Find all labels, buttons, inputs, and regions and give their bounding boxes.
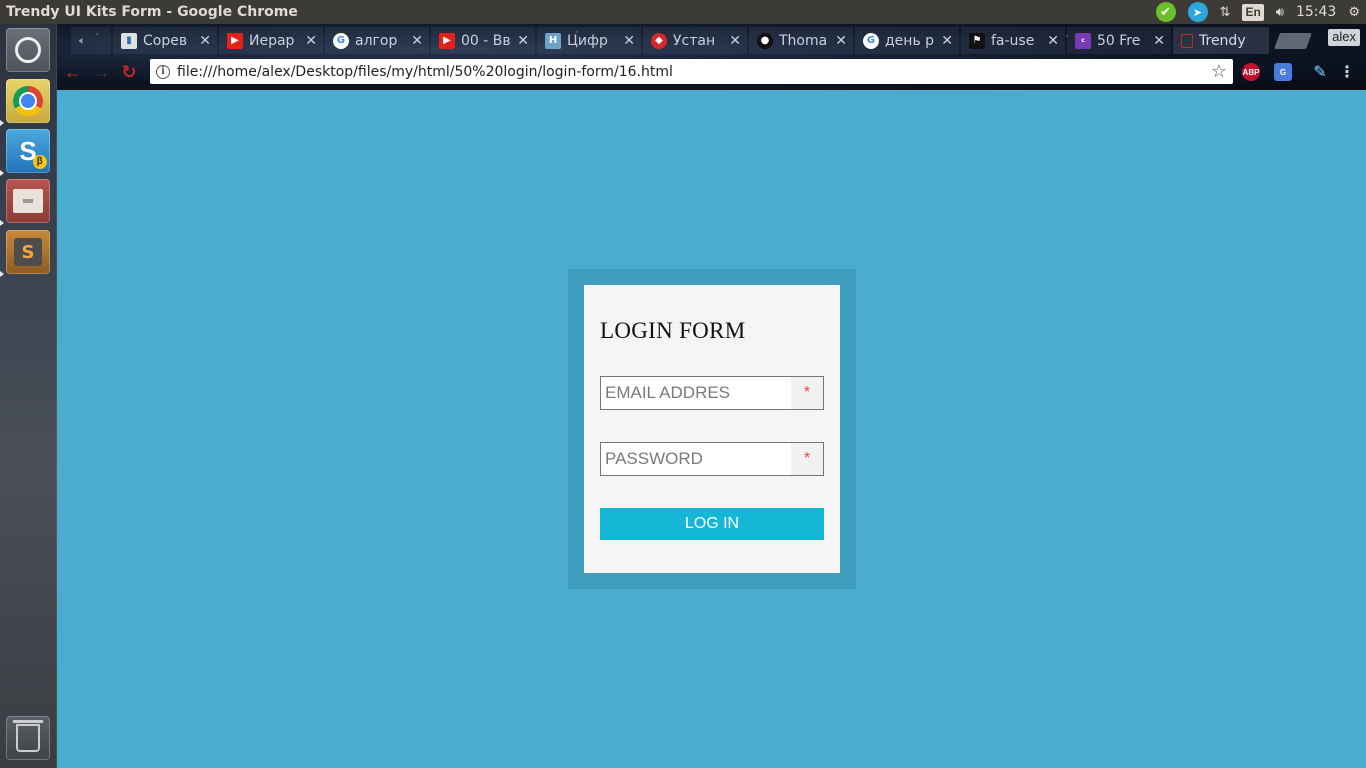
launcher-trash[interactable] xyxy=(6,716,50,760)
launcher-files[interactable] xyxy=(6,179,50,223)
running-indicator xyxy=(0,170,4,176)
close-icon[interactable]: ✕ xyxy=(1153,33,1165,49)
login-frame: LOGIN FORM * * LOG IN xyxy=(568,269,856,589)
tab-2[interactable]: ▶ Иерар ✕ xyxy=(219,27,323,54)
tab-11-active[interactable]: Trendy xyxy=(1173,27,1269,54)
check-icon[interactable]: ✔ xyxy=(1155,2,1176,22)
tab-6[interactable]: ◆ Устан ✕ xyxy=(643,27,747,54)
close-icon[interactable]: ✕ xyxy=(729,33,741,49)
gear-icon[interactable]: ⚙ xyxy=(1348,2,1360,22)
flag-icon: ⚑ xyxy=(969,32,985,49)
adblock-icon[interactable]: ABP xyxy=(1242,63,1260,81)
habr-icon: H xyxy=(545,32,561,49)
tab-1[interactable]: ▮ Сорев ✕ xyxy=(113,27,217,54)
reload-button[interactable]: ↻ xyxy=(117,60,141,84)
chrome-icon xyxy=(13,86,43,116)
google-icon: G xyxy=(333,32,349,49)
required-marker: * xyxy=(791,377,823,409)
launcher-skype[interactable]: Sβ xyxy=(6,129,50,173)
menu-icon[interactable]: ⋮ xyxy=(1339,63,1355,81)
ubuntu-icon xyxy=(15,37,41,63)
tab-4[interactable]: ▶ 00 - Вв ✕ xyxy=(431,27,535,54)
running-indicator xyxy=(0,120,4,126)
info-icon[interactable]: i xyxy=(156,64,170,79)
chart-favicon-icon: ▮ xyxy=(121,32,137,49)
running-indicator xyxy=(0,271,4,277)
tab-3[interactable]: G алгор ✕ xyxy=(325,27,429,54)
dash-button[interactable] xyxy=(6,28,50,72)
profile-button[interactable]: alex xyxy=(1328,29,1360,46)
tab-7[interactable]: ● Thoma ✕ xyxy=(749,27,853,54)
top-panel: Trendy UI Kits Form - Google Chrome ✔ ➤ … xyxy=(0,0,1366,24)
tab-8[interactable]: G день р ✕ xyxy=(855,27,959,54)
login-button[interactable]: LOG IN xyxy=(600,508,824,540)
email-input[interactable] xyxy=(601,377,791,409)
login-card: LOGIN FORM * * LOG IN xyxy=(584,285,840,573)
close-icon[interactable]: ✕ xyxy=(199,33,211,49)
form-title: LOGIN FORM xyxy=(600,318,746,343)
sublime-text-icon: S xyxy=(14,238,42,266)
close-icon[interactable]: ✕ xyxy=(835,33,847,49)
back-button[interactable]: ← xyxy=(61,60,85,84)
clock[interactable]: 15:43 xyxy=(1296,2,1336,22)
trash-icon xyxy=(13,720,43,752)
toolbar: ← → ↻ i file:///home/alex/Desktop/files/… xyxy=(57,56,1366,88)
system-indicators: ✔ ➤ ⇅ En 🔊︎ 15:43 ⚙ xyxy=(1155,0,1360,24)
launcher: Sβ S xyxy=(0,24,57,768)
github-icon: ● xyxy=(757,32,773,49)
network-icon[interactable]: ⇅ xyxy=(1220,2,1231,22)
window-title: Trendy UI Kits Form - Google Chrome xyxy=(6,4,298,20)
tab-audio[interactable]: 🔈︎ xyxy=(71,27,111,54)
close-icon[interactable]: ✕ xyxy=(941,33,953,49)
tab-5[interactable]: H Цифр ✕ xyxy=(537,27,641,54)
launcher-sublime-text[interactable]: S xyxy=(6,230,50,274)
page-icon xyxy=(1181,33,1193,48)
password-input[interactable] xyxy=(601,443,791,475)
eyedropper-icon[interactable]: ✎ xyxy=(1311,63,1329,81)
required-marker: * xyxy=(791,443,823,475)
tab-10[interactable]: c 50 Fre ✕ xyxy=(1067,27,1171,54)
url-text[interactable]: file:///home/alex/Desktop/files/my/html/… xyxy=(177,64,673,80)
file-cabinet-icon xyxy=(13,189,43,213)
email-field[interactable]: * xyxy=(600,376,824,410)
youtube-icon: ▶ xyxy=(227,32,243,49)
address-bar[interactable]: i file:///home/alex/Desktop/files/my/htm… xyxy=(150,59,1233,84)
telegram-icon[interactable]: ➤ xyxy=(1187,2,1208,22)
forward-button[interactable]: → xyxy=(89,60,113,84)
close-icon[interactable]: ✕ xyxy=(305,33,317,49)
browser-chrome: 🔈︎ ▮ Сорев ✕ ▶ Иерар ✕ G алгор ✕ ▶ 00 - … xyxy=(57,24,1366,90)
close-icon[interactable]: ✕ xyxy=(623,33,635,49)
launcher-chrome[interactable] xyxy=(6,79,50,123)
new-tab-button[interactable] xyxy=(1274,33,1312,49)
tab-strip: 🔈︎ ▮ Сорев ✕ ▶ Иерар ✕ G алгор ✕ ▶ 00 - … xyxy=(57,27,1366,54)
running-indicator xyxy=(0,220,4,226)
google-icon: G xyxy=(863,32,879,49)
page-viewport: LOGIN FORM * * LOG IN xyxy=(57,90,1366,768)
colorlib-icon: c xyxy=(1075,32,1091,49)
keyboard-layout-indicator[interactable]: En xyxy=(1242,3,1264,21)
password-field[interactable]: * xyxy=(600,442,824,476)
youtube-icon: ▶ xyxy=(439,32,455,49)
star-icon[interactable]: ☆ xyxy=(1211,61,1227,82)
speaker-icon: 🔈︎ xyxy=(79,33,86,47)
translate-icon[interactable]: G xyxy=(1274,63,1292,81)
volume-icon[interactable]: 🔊︎ xyxy=(1276,2,1284,22)
close-icon[interactable]: ✕ xyxy=(411,33,423,49)
skype-icon: Sβ xyxy=(19,136,47,169)
tab-9[interactable]: ⚑ fa-use ✕ xyxy=(961,27,1065,54)
close-icon[interactable]: ✕ xyxy=(1047,33,1059,49)
close-icon[interactable]: ✕ xyxy=(517,33,529,49)
ruby-icon: ◆ xyxy=(651,32,667,49)
